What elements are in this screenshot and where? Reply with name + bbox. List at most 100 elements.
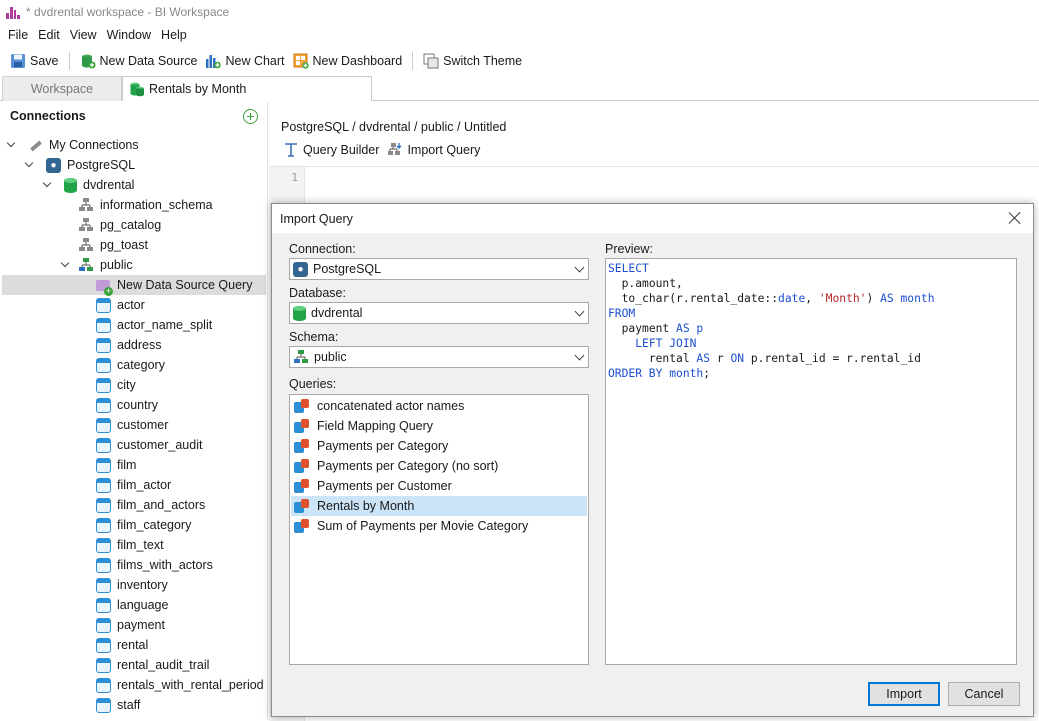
- tree-table-item[interactable]: category: [96, 355, 165, 375]
- save-button[interactable]: Save: [6, 50, 63, 72]
- tree-label: payment: [117, 618, 165, 632]
- close-icon[interactable]: [1007, 210, 1023, 226]
- line-number: 1: [291, 171, 298, 184]
- sql-keyword: AS: [696, 352, 711, 365]
- chevron-down-icon[interactable]: [24, 160, 34, 170]
- query-item[interactable]: Sum of Payments per Movie Category: [291, 516, 587, 536]
- tree-table-item[interactable]: country: [96, 395, 158, 415]
- tree-table-item[interactable]: language: [96, 595, 168, 615]
- tree-label: films_with_actors: [117, 558, 213, 572]
- schema-select[interactable]: public: [289, 346, 589, 368]
- switch-theme-icon: [423, 53, 439, 69]
- chevron-down-icon[interactable]: [6, 140, 16, 150]
- tree-table-item[interactable]: address: [96, 335, 161, 355]
- menu-view[interactable]: View: [66, 28, 101, 42]
- query-item[interactable]: Payments per Category (no sort): [291, 456, 587, 476]
- table-icon: [96, 357, 111, 373]
- tree-schema-information-schema[interactable]: information_schema: [78, 195, 213, 215]
- table-icon: [96, 377, 111, 393]
- tree-table-item[interactable]: rental: [96, 635, 148, 655]
- tree-table-item[interactable]: actor: [96, 295, 145, 315]
- import-button-label: Import: [886, 687, 922, 701]
- tree-label: city: [117, 378, 136, 392]
- tree-table-item[interactable]: customer: [96, 415, 168, 435]
- database-select[interactable]: dvdrental: [289, 302, 589, 324]
- tab-workspace[interactable]: Workspace: [2, 76, 122, 101]
- chevron-down-icon[interactable]: [60, 260, 70, 270]
- connection-value: PostgreSQL: [313, 262, 382, 276]
- tree-label: dvdrental: [83, 178, 135, 192]
- toolbar-divider: [68, 52, 70, 70]
- dialog-title-bar: Import Query: [272, 204, 1033, 233]
- tree-table-item[interactable]: film_category: [96, 515, 191, 535]
- add-connection-icon[interactable]: [243, 109, 258, 124]
- menu-window[interactable]: Window: [103, 28, 155, 42]
- new-data-source-button[interactable]: New Data Source: [76, 50, 202, 72]
- menu-file[interactable]: File: [4, 28, 32, 42]
- queries-list[interactable]: concatenated actor names Field Mapping Q…: [289, 394, 589, 665]
- tree-label: information_schema: [100, 198, 213, 212]
- query-item-selected[interactable]: Rentals by Month: [291, 496, 587, 516]
- tree-label: rental: [117, 638, 149, 652]
- tree-schema-pg-catalog[interactable]: pg_catalog: [78, 215, 161, 235]
- tree-schema-pg-toast[interactable]: pg_toast: [78, 235, 148, 255]
- table-icon: [96, 577, 111, 593]
- tree-table-item[interactable]: rentals_with_rental_period: [96, 675, 264, 695]
- new-data-source-icon: [80, 53, 96, 69]
- new-dashboard-button[interactable]: New Dashboard: [289, 50, 407, 72]
- preview-label: Preview:: [605, 242, 653, 256]
- tree-label: language: [117, 598, 169, 612]
- table-icon: [96, 517, 111, 533]
- tree-table-item[interactable]: city: [96, 375, 136, 395]
- queries-label: Queries:: [289, 377, 337, 391]
- tree-table-item[interactable]: staff: [96, 695, 140, 715]
- menu-help[interactable]: Help: [157, 28, 191, 42]
- sql-text: to_char(r.rental_date::: [621, 292, 779, 305]
- connection-label: Connection:: [289, 242, 356, 256]
- tree-postgresql[interactable]: ● PostgreSQL: [24, 155, 135, 175]
- toolbar-divider: [412, 52, 414, 70]
- tree-new-data-source-query[interactable]: New Data Source Query: [2, 275, 266, 296]
- tree-schema-public[interactable]: public: [60, 255, 133, 275]
- tree-table-item[interactable]: film_and_actors: [96, 495, 205, 515]
- tree-label: actor: [117, 298, 145, 312]
- tree-table-item[interactable]: payment: [96, 615, 165, 635]
- breadcrumb: PostgreSQL / dvdrental / public / Untitl…: [281, 120, 507, 134]
- query-item[interactable]: Payments per Category: [291, 436, 587, 456]
- tree-table-item[interactable]: films_with_actors: [96, 555, 213, 575]
- import-button[interactable]: Import: [868, 682, 940, 706]
- sql-keyword: SELECT: [608, 262, 649, 275]
- document-tabs: Workspace Rentals by Month: [0, 76, 1039, 101]
- connections-header: Connections: [0, 102, 267, 130]
- database-icon: [293, 305, 306, 321]
- table-icon: [96, 597, 111, 613]
- schema-icon: [78, 257, 94, 273]
- import-query-label: Import Query: [407, 143, 481, 157]
- query-item[interactable]: Payments per Customer: [291, 476, 587, 496]
- table-icon: [96, 397, 111, 413]
- tree-table-item[interactable]: film_text: [96, 535, 164, 555]
- chevron-down-icon[interactable]: [42, 180, 52, 190]
- tree-my-connections[interactable]: My Connections: [6, 135, 139, 155]
- tab-rentals-by-month[interactable]: Rentals by Month: [122, 76, 372, 101]
- tree-table-item[interactable]: film: [96, 455, 136, 475]
- new-chart-button[interactable]: New Chart: [201, 50, 288, 72]
- query-builder-button[interactable]: Query Builder: [283, 142, 379, 158]
- table-icon: [96, 697, 111, 713]
- switch-theme-button[interactable]: Switch Theme: [419, 50, 526, 72]
- tree-table-item[interactable]: film_actor: [96, 475, 171, 495]
- tree-dvdrental[interactable]: dvdrental: [42, 175, 134, 195]
- postgresql-icon: ●: [293, 261, 308, 277]
- connection-select[interactable]: ● PostgreSQL: [289, 258, 589, 280]
- query-item[interactable]: concatenated actor names: [291, 396, 587, 416]
- tree-table-item[interactable]: actor_name_split: [96, 315, 212, 335]
- import-query-button[interactable]: Import Query: [387, 142, 480, 158]
- tree-table-item[interactable]: customer_audit: [96, 435, 202, 455]
- tree-table-item[interactable]: inventory: [96, 575, 168, 595]
- cancel-button[interactable]: Cancel: [948, 682, 1020, 706]
- query-label: Rentals by Month: [317, 499, 415, 513]
- menu-edit[interactable]: Edit: [34, 28, 64, 42]
- tree-table-item[interactable]: rental_audit_trail: [96, 655, 209, 675]
- query-item[interactable]: Field Mapping Query: [291, 416, 587, 436]
- new-chart-label: New Chart: [225, 54, 285, 68]
